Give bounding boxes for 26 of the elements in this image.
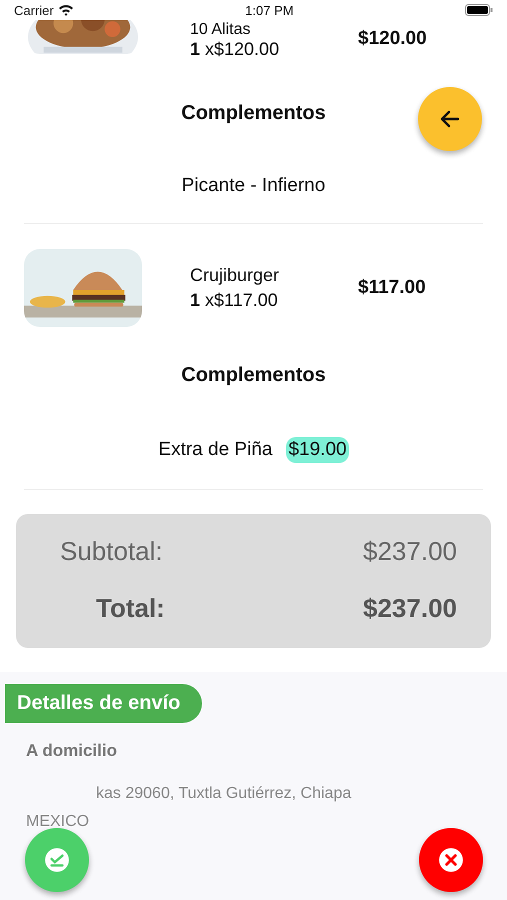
product-price: $120.00	[358, 28, 427, 50]
close-icon	[438, 847, 464, 873]
complements-title: Complementos	[181, 102, 326, 125]
subtotal-label: Subtotal:	[60, 536, 163, 567]
carrier-name: Carrier	[14, 2, 54, 18]
subtotal-value: $237.00	[363, 536, 457, 567]
address-line: MEXICO	[26, 813, 90, 831]
complement-name: Extra de Piña	[158, 439, 272, 461]
complement-name: Picante - Infierno	[182, 175, 326, 197]
back-button[interactable]	[418, 87, 482, 151]
wifi-icon	[58, 4, 74, 16]
complements-title: Complementos	[181, 364, 326, 387]
battery-icon	[465, 4, 493, 16]
section-header: Detalles de envío	[5, 684, 202, 723]
product-name: Crujiburger	[190, 265, 280, 286]
total-value: $237.00	[363, 593, 457, 624]
product-price: $117.00	[358, 277, 426, 299]
address-line: kas 29060, Tuxtla Gutiérrez, Chiapa	[96, 785, 352, 803]
total-label: Total:	[96, 593, 165, 624]
quantity-price: 1 x$117.00	[190, 290, 279, 311]
complement-price: $19.00	[286, 437, 349, 463]
status-time: 1:07 PM	[245, 2, 294, 18]
product-name: 10 Alitas	[190, 20, 252, 40]
delivery-method: A domicilio	[26, 741, 118, 761]
quantity-price: 1 x$120.00	[190, 39, 280, 61]
check-circle-icon	[44, 847, 70, 873]
